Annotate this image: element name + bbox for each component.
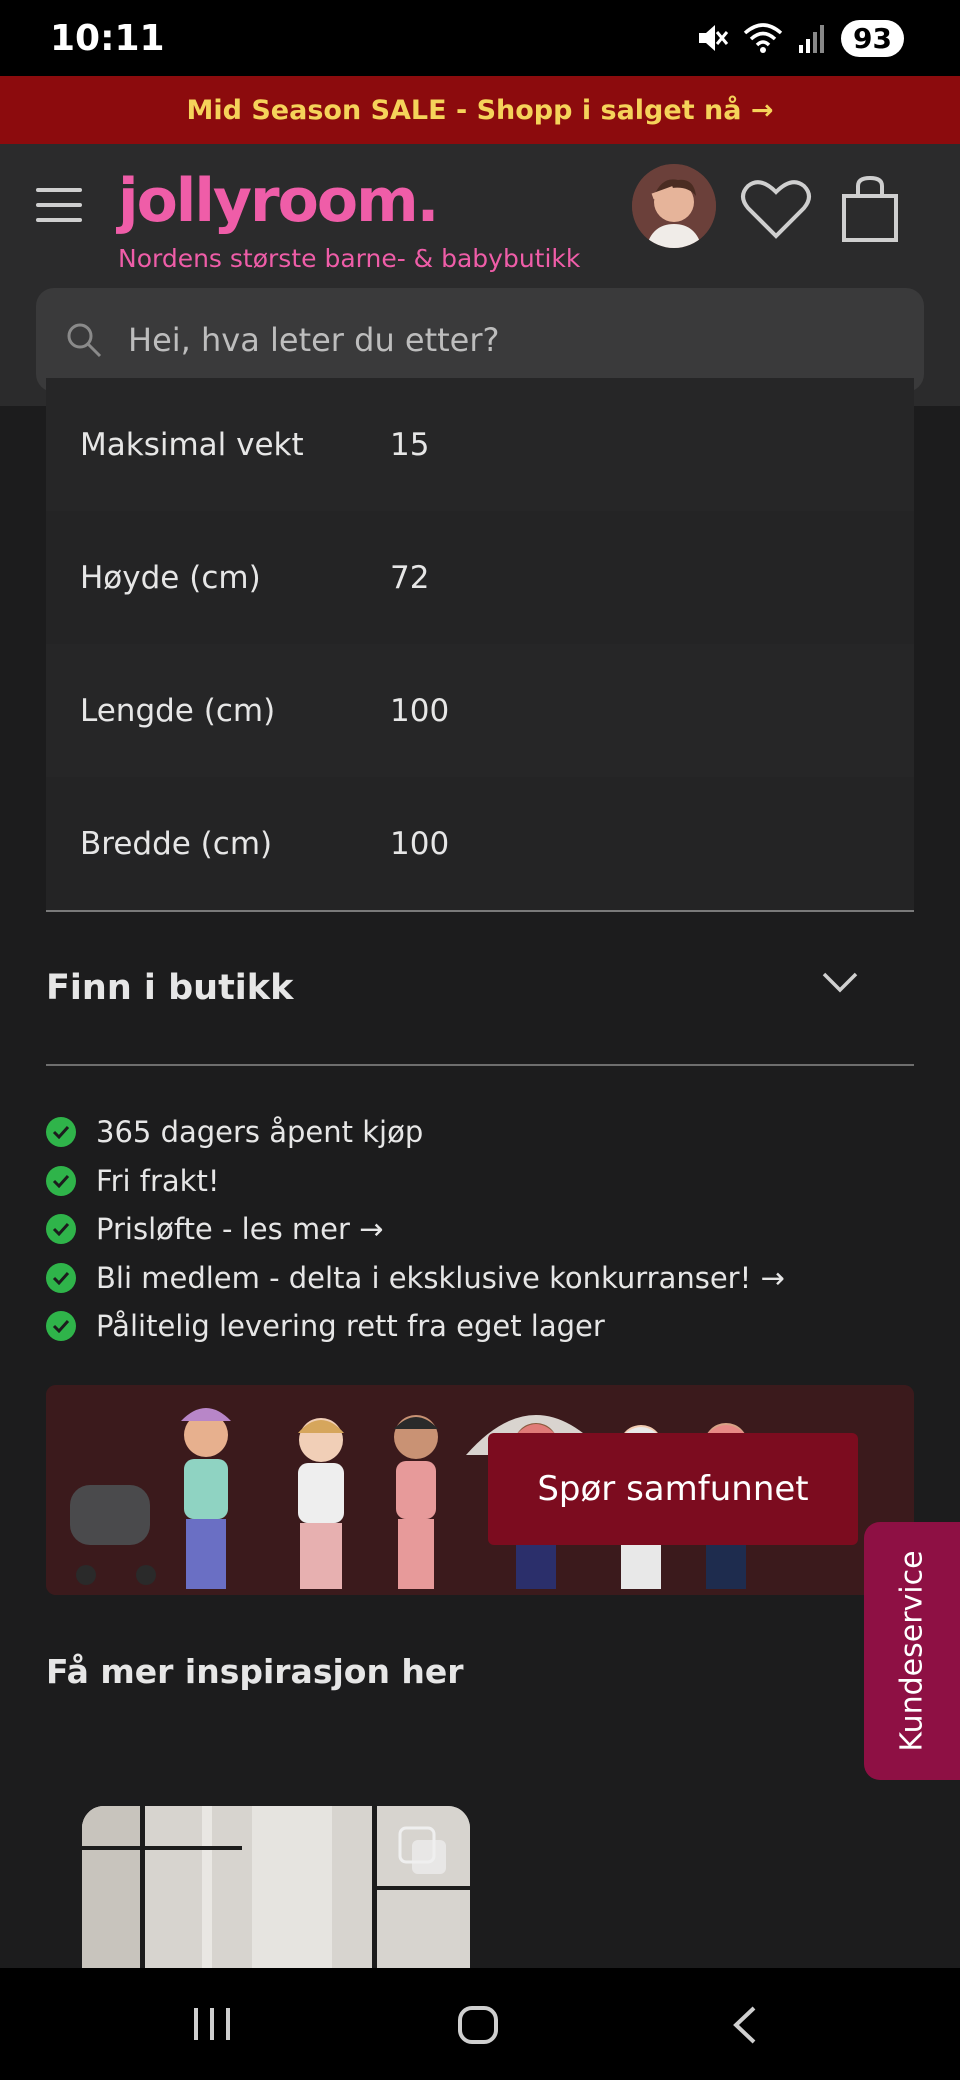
site-header: jollyroom. Nordens største barne- & baby… [0,144,960,406]
check-icon [46,1262,76,1293]
status-time: 10:11 [50,17,165,59]
cart-button[interactable] [840,175,900,242]
list-item: Pålitelig levering rett fra eget lager [46,1302,926,1351]
check-icon [46,1117,76,1148]
usp-text: Fri frakt! [96,1163,220,1198]
spec-value: 100 [390,692,450,729]
table-row: Høyde (cm) 72 [46,511,914,644]
check-icon [46,1214,76,1245]
search-bar[interactable] [36,288,924,392]
list-item: Fri frakt! [46,1157,926,1206]
find-in-store-accordion[interactable]: Finn i butikk [46,912,914,1066]
search-icon [67,323,102,358]
customer-service-tab[interactable]: Kundeservice [864,1522,960,1780]
table-row: Bredde (cm) 100 [46,777,914,910]
check-icon [46,1165,76,1196]
search-input[interactable] [128,321,848,359]
spec-table: Maksimal vekt 15 Høyde (cm) 72 Lengde (c… [46,378,914,912]
inspiration-title: Få mer inspirasjon her [46,1652,464,1691]
wishlist-button[interactable] [740,178,812,242]
list-item[interactable]: Bli medlem - delta i eksklusive konkurra… [46,1254,926,1303]
spec-value: 100 [390,825,450,862]
customer-service-label: Kundeservice [894,1550,930,1752]
spec-label: Lengde (cm) [80,692,276,729]
spec-label: Høyde (cm) [80,559,261,596]
menu-button[interactable] [36,188,82,228]
list-item[interactable]: Prisløfte - les mer → [46,1205,926,1254]
signal-icon [799,25,825,53]
menu-icon [36,188,82,192]
spec-label: Maksimal vekt [80,426,304,463]
community-banner[interactable]: Spør samfunnet [46,1385,914,1595]
wifi-icon [743,23,783,53]
system-nav-bar [0,1968,960,2080]
recent-apps-icon[interactable] [190,2004,234,2044]
ask-community-button[interactable]: Spør samfunnet [488,1433,858,1545]
mute-icon [699,25,729,51]
usp-text: Pålitelig levering rett fra eget lager [96,1309,605,1344]
usp-link[interactable]: Prisløfte - les mer → [96,1212,383,1246]
tagline: Nordens største barne- & babybutikk [118,244,581,273]
spec-value: 15 [390,426,430,463]
bag-icon [842,175,898,242]
inspiration-card[interactable] [82,1806,470,1968]
usp-link[interactable]: Bli medlem - delta i eksklusive konkurra… [96,1261,785,1295]
usp-text: 365 dagers åpent kjøp [96,1115,424,1150]
home-icon[interactable] [456,2004,500,2046]
accordion-title: Finn i butikk [46,968,294,1008]
status-icons: 93 [695,19,904,57]
heart-icon [741,180,811,239]
spec-label: Bredde (cm) [80,825,273,862]
list-item: 365 dagers åpent kjøp [46,1108,926,1157]
spec-value: 72 [390,559,430,596]
logo[interactable]: jollyroom. [118,166,439,236]
usp-list: 365 dagers åpent kjøp Fri frakt! Prisløf… [46,1108,926,1351]
status-bar: 10:11 93 [0,0,960,76]
table-row: Lengde (cm) 100 [46,644,914,777]
chevron-down-icon [822,972,858,993]
table-row: Maksimal vekt 15 [46,378,914,511]
promo-banner[interactable]: Mid Season SALE - Shopp i salget nå → [0,76,960,144]
back-icon[interactable] [730,2004,760,2046]
avatar[interactable] [632,164,716,248]
battery-indicator: 93 [841,19,904,57]
inspiration-image [82,1806,470,1968]
check-icon [46,1311,76,1342]
